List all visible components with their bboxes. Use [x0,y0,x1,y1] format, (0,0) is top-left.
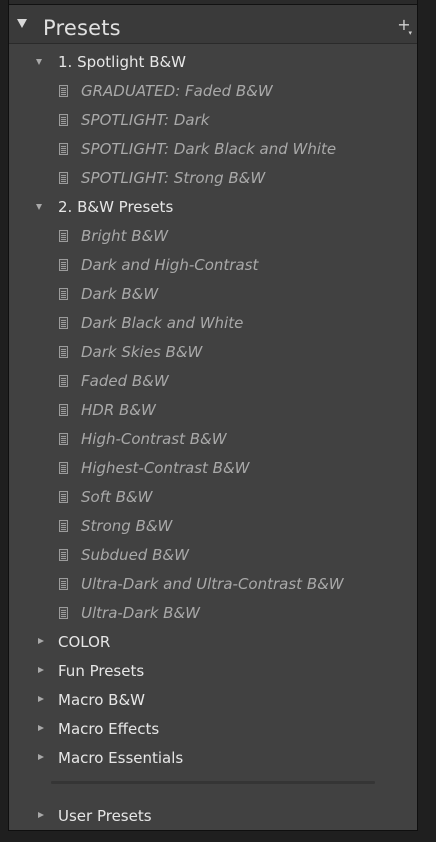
preset-document-icon [59,462,68,474]
preset-item[interactable]: Highest-Contrast B&W [9,454,417,483]
preset-document-icon [59,433,68,445]
preset-item-label: Ultra-Dark B&W [81,604,200,622]
expanded-triangle-icon[interactable] [36,204,42,210]
user-presets-label: User Presets [58,807,152,825]
preset-document-icon [59,491,68,503]
preset-folder[interactable]: 2. B&W Presets [9,193,417,222]
preset-item[interactable]: SPOTLIGHT: Strong B&W [9,164,417,193]
preset-folder[interactable]: Fun Presets [9,657,417,686]
preset-folder[interactable]: Macro B&W [9,686,417,715]
preset-item-label: HDR B&W [81,401,156,419]
preset-item-label: Highest-Contrast B&W [81,459,250,477]
preset-document-icon [59,288,68,300]
collapsed-triangle-icon[interactable] [38,754,44,760]
add-preset-button[interactable]: + ▾ [397,17,412,38]
preset-item[interactable]: Dark B&W [9,280,417,309]
preset-item[interactable]: SPOTLIGHT: Dark [9,106,417,135]
preset-folder-label: Fun Presets [58,662,145,680]
preset-item-label: Strong B&W [81,517,173,535]
preset-item[interactable]: Dark Black and White [9,309,417,338]
preset-folder-label: 1. Spotlight B&W [58,53,187,71]
preset-document-icon [59,172,68,184]
preset-item-label: Dark Black and White [81,314,244,332]
collapsed-triangle-icon[interactable] [38,812,44,818]
preset-document-icon [59,230,68,242]
preset-item-label: Soft B&W [81,488,153,506]
preset-folder-label: Macro Effects [58,720,160,738]
preset-document-icon [59,114,68,126]
preset-item[interactable]: SPOTLIGHT: Dark Black and White [9,135,417,164]
presets-panel: Presets + ▾ 1. Spotlight B&W GRADUATED: F… [8,0,418,831]
preset-item-label: Ultra-Dark and Ultra-Contrast B&W [81,575,344,593]
preset-item-label: SPOTLIGHT: Strong B&W [81,169,266,187]
collapsed-triangle-icon[interactable] [38,725,44,731]
presets-panel-header[interactable]: Presets + ▾ [9,5,417,44]
preset-item[interactable]: Ultra-Dark and Ultra-Contrast B&W [9,570,417,599]
preset-item[interactable]: Faded B&W [9,367,417,396]
preset-document-icon [59,259,68,271]
preset-folder-label: Macro Essentials [58,749,184,767]
dropdown-icon: ▾ [408,29,412,37]
preset-folder-label: 2. B&W Presets [58,198,174,216]
preset-item-label: SPOTLIGHT: Dark [81,111,210,129]
preset-document-icon [59,346,68,358]
preset-item[interactable]: Soft B&W [9,483,417,512]
preset-item[interactable]: Dark and High-Contrast [9,251,417,280]
preset-document-icon [59,549,68,561]
preset-folder[interactable]: COLOR [9,628,417,657]
preset-item[interactable]: Subdued B&W [9,541,417,570]
preset-document-icon [59,404,68,416]
preset-item[interactable]: Bright B&W [9,222,417,251]
collapsed-triangle-icon[interactable] [38,638,44,644]
preset-item-label: Faded B&W [81,372,169,390]
user-presets-folder[interactable]: User Presets [9,802,417,831]
panel-title: Presets [43,16,121,40]
preset-folder[interactable]: Macro Effects [9,715,417,744]
preset-item[interactable]: HDR B&W [9,396,417,425]
preset-folder[interactable]: Macro Essentials [9,744,417,773]
preset-item[interactable]: Strong B&W [9,512,417,541]
preset-item-label: Bright B&W [81,227,169,245]
preset-item-label: Subdued B&W [81,546,189,564]
preset-item-label: High-Contrast B&W [81,430,227,448]
preset-folder-label: Macro B&W [58,691,145,709]
collapse-triangle-icon[interactable] [17,19,27,28]
section-divider [51,781,375,784]
preset-item-label: Dark B&W [81,285,159,303]
preset-item[interactable]: High-Contrast B&W [9,425,417,454]
preset-folder-label: COLOR [58,633,111,651]
preset-item[interactable]: Dark Skies B&W [9,338,417,367]
expanded-triangle-icon[interactable] [36,59,42,65]
preset-item[interactable]: GRADUATED: Faded B&W [9,77,417,106]
preset-document-icon [59,607,68,619]
collapsed-triangle-icon[interactable] [38,667,44,673]
preset-document-icon [59,520,68,532]
preset-item[interactable]: Ultra-Dark B&W [9,599,417,628]
preset-folder[interactable]: 1. Spotlight B&W [9,48,417,77]
preset-document-icon [59,317,68,329]
preset-document-icon [59,578,68,590]
preset-document-icon [59,143,68,155]
preset-item-label: GRADUATED: Faded B&W [81,82,273,100]
preset-item-label: Dark Skies B&W [81,343,203,361]
collapsed-triangle-icon[interactable] [38,696,44,702]
preset-item-label: Dark and High-Contrast [81,256,259,274]
preset-document-icon [59,85,68,97]
preset-document-icon [59,375,68,387]
preset-item-label: SPOTLIGHT: Dark Black and White [81,140,337,158]
